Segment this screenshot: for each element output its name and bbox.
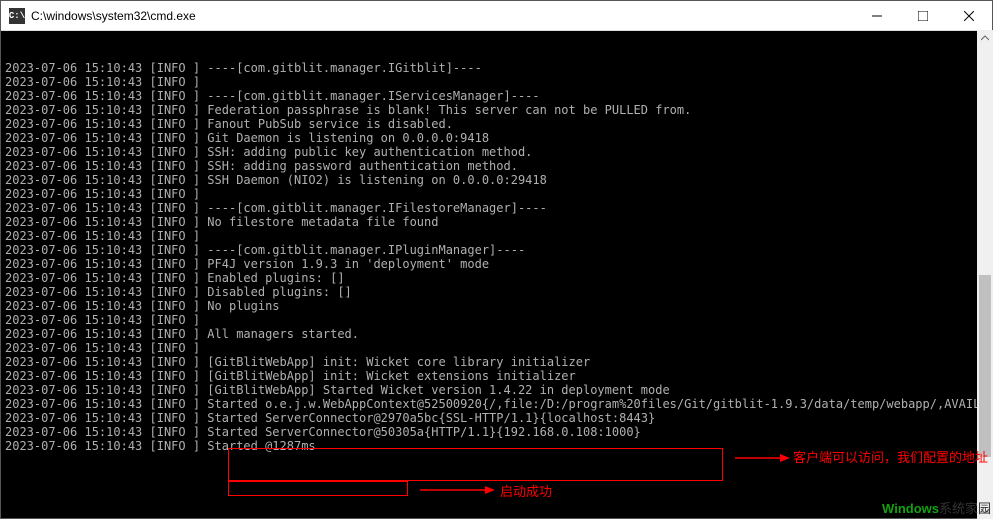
console-output[interactable]: 2023-07-06 15:10:43 [INFO ] ----[com.git… [1,31,992,518]
log-line: 2023-07-06 15:10:43 [INFO ] Started @128… [5,439,988,453]
log-line: 2023-07-06 15:10:43 [INFO ] [5,341,988,355]
close-button[interactable] [946,1,992,31]
titlebar[interactable]: C:\ C:\windows\system32\cmd.exe [1,1,992,31]
minimize-button[interactable] [854,1,900,31]
log-line: 2023-07-06 15:10:43 [INFO ] All managers… [5,327,988,341]
log-line: 2023-07-06 15:10:43 [INFO ] [GitBlitWebA… [5,383,988,397]
log-line: 2023-07-06 15:10:43 [INFO ] Started o.e.… [5,397,988,411]
log-line: 2023-07-06 15:10:43 [INFO ] SSH: adding … [5,159,988,173]
log-line: 2023-07-06 15:10:43 [INFO ] SSH Daemon (… [5,173,988,187]
scroll-down-button[interactable] [977,503,993,519]
log-line: 2023-07-06 15:10:43 [INFO ] Git Daemon i… [5,131,988,145]
log-line: 2023-07-06 15:10:43 [INFO ] Federation p… [5,103,988,117]
chevron-up-icon [981,34,989,42]
scrollbar-thumb[interactable] [979,275,991,458]
scroll-up-button[interactable] [977,30,993,46]
console-lines: 2023-07-06 15:10:43 [INFO ] ----[com.git… [5,61,988,453]
log-line: 2023-07-06 15:10:43 [INFO ] Disabled plu… [5,285,988,299]
log-line: 2023-07-06 15:10:43 [INFO ] No filestore… [5,215,988,229]
log-line: 2023-07-06 15:10:43 [INFO ] ----[com.git… [5,89,988,103]
log-line: 2023-07-06 15:10:43 [INFO ] Started Serv… [5,425,988,439]
log-line: 2023-07-06 15:10:43 [INFO ] [5,75,988,89]
log-line: 2023-07-06 15:10:43 [INFO ] ----[com.git… [5,201,988,215]
cmd-icon: C:\ [9,8,25,24]
log-line: 2023-07-06 15:10:43 [INFO ] [GitBlitWebA… [5,355,988,369]
log-line: 2023-07-06 15:10:43 [INFO ] [5,313,988,327]
log-line: 2023-07-06 15:10:43 [INFO ] [GitBlitWebA… [5,369,988,383]
maximize-button[interactable] [900,1,946,31]
maximize-icon [918,11,928,21]
log-line: 2023-07-06 15:10:43 [INFO ] SSH: adding … [5,145,988,159]
log-line: 2023-07-06 15:10:43 [INFO ] No plugins [5,299,988,313]
log-line: 2023-07-06 15:10:43 [INFO ] ----[com.git… [5,61,988,75]
log-line: 2023-07-06 15:10:43 [INFO ] Fanout PubSu… [5,117,988,131]
log-line: 2023-07-06 15:10:43 [INFO ] [5,229,988,243]
minimize-icon [872,11,882,21]
cmd-window: C:\ C:\windows\system32\cmd.exe 2023-07-… [0,0,993,519]
log-line: 2023-07-06 15:10:43 [INFO ] [5,187,988,201]
window-controls [854,1,992,31]
log-line: 2023-07-06 15:10:43 [INFO ] Enabled plug… [5,271,988,285]
window-title: C:\windows\system32\cmd.exe [31,9,854,23]
chevron-down-icon [981,507,989,515]
scrollbar-track[interactable] [977,46,993,503]
log-line: 2023-07-06 15:10:43 [INFO ] ----[com.git… [5,243,988,257]
log-line: 2023-07-06 15:10:43 [INFO ] Started Serv… [5,411,988,425]
log-line: 2023-07-06 15:10:43 [INFO ] PF4J version… [5,257,988,271]
vertical-scrollbar[interactable] [977,30,993,519]
close-icon [964,11,974,21]
